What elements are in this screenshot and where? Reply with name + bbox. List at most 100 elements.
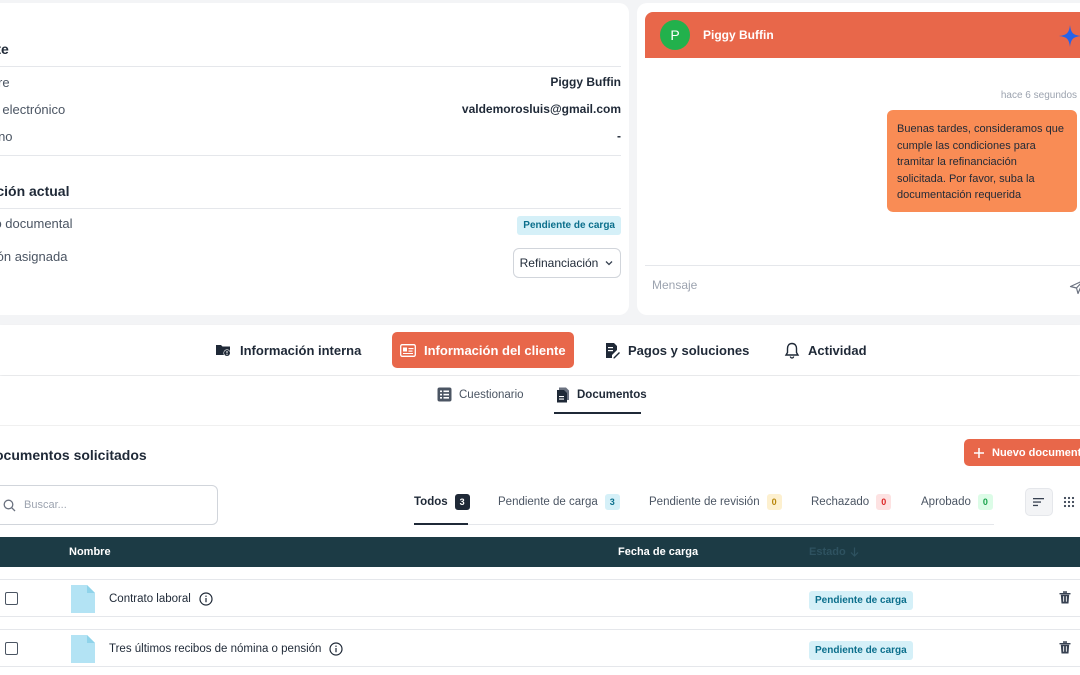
tab-label: Información del cliente xyxy=(424,342,566,358)
phone-value: - xyxy=(617,129,621,143)
row-checkbox[interactable] xyxy=(5,642,18,655)
filter-label: Todos xyxy=(414,496,448,508)
filter-pending-review[interactable]: Pendiente de revisión 0 xyxy=(649,494,782,510)
table-row[interactable]: Contrato laboral Pendiente de carga xyxy=(0,579,1080,617)
tab-label: Información interna xyxy=(240,342,362,358)
column-upload-date[interactable]: Fecha de carga xyxy=(618,546,698,558)
filter-count: 3 xyxy=(454,494,470,510)
document-name: Contrato laboral xyxy=(109,592,213,606)
filter-count: 0 xyxy=(766,494,782,510)
new-document-button[interactable]: Nuevo documento xyxy=(964,439,1080,466)
name-value: Piggy Buffin xyxy=(550,75,621,89)
trash-icon[interactable] xyxy=(1059,591,1071,604)
filter-count: 0 xyxy=(876,494,892,510)
tab-label: Actividad xyxy=(808,342,867,358)
search-input[interactable]: Buscar... xyxy=(0,485,218,525)
file-icon xyxy=(71,635,95,663)
chevron-down-icon xyxy=(605,261,613,266)
row-status: Pendiente de carga xyxy=(809,640,913,660)
message-input[interactable]: Mensaje xyxy=(652,278,697,292)
status-badge: Pendiente de carga xyxy=(809,591,913,610)
email-label: reo electrónico xyxy=(0,102,66,117)
phone-label: éfono xyxy=(0,129,13,144)
avatar: P xyxy=(660,20,690,50)
column-name[interactable]: Nombre xyxy=(69,546,111,558)
filter-rejected[interactable]: Rechazado 0 xyxy=(811,494,892,510)
tab-label: Pagos y soluciones xyxy=(628,342,750,358)
plus-icon xyxy=(974,447,984,458)
sparkle-icon[interactable] xyxy=(1058,24,1080,48)
info-icon[interactable] xyxy=(199,592,213,606)
new-document-label: Nuevo documento xyxy=(992,446,1080,459)
grid-dots-icon xyxy=(1063,496,1075,508)
row-status: Pendiente de carga xyxy=(809,590,913,610)
subtab-label: Documentos xyxy=(577,389,647,401)
active-filter-indicator xyxy=(414,523,468,525)
filter-all[interactable]: Todos 3 xyxy=(414,494,470,510)
list-view-button[interactable] xyxy=(1025,488,1053,516)
column-status-label: Estado xyxy=(809,546,846,558)
table-row[interactable]: Tres últimos recibos de nómina o pensión… xyxy=(0,629,1080,667)
main-tabs: Información interna Información del clie… xyxy=(0,325,1080,375)
divider xyxy=(645,265,1080,266)
column-status[interactable]: Estado xyxy=(809,546,859,558)
filter-approved[interactable]: Aprobado 0 xyxy=(921,494,993,510)
active-subtab-indicator xyxy=(554,412,641,414)
divider xyxy=(0,208,621,209)
trash-icon[interactable] xyxy=(1059,641,1071,654)
subtab-label: Cuestionario xyxy=(459,388,524,401)
solution-select[interactable]: Refinanciación xyxy=(513,248,621,278)
divider xyxy=(0,425,1080,426)
subtab-documents[interactable]: Documentos xyxy=(556,387,647,403)
client-section-title: ente xyxy=(0,41,9,57)
documents-icon xyxy=(557,387,569,403)
table-header: Nombre Fecha de carga Estado xyxy=(0,537,1080,567)
sort-lines-icon xyxy=(1033,498,1044,507)
folder-alert-icon xyxy=(216,345,231,357)
view-toggle xyxy=(1025,488,1080,516)
search-icon xyxy=(3,499,16,511)
row-checkbox[interactable] xyxy=(5,592,18,605)
chat-contact-name: Piggy Buffin xyxy=(703,28,774,42)
tab-payments-solutions[interactable]: Pagos y soluciones xyxy=(605,332,749,368)
document-name-text: Tres últimos recibos de nómina o pensión xyxy=(109,643,322,655)
document-edit-icon xyxy=(606,342,620,358)
documents-section: Cuestionario Documentos ocumentos solici… xyxy=(0,376,1080,675)
document-name-text: Contrato laboral xyxy=(109,593,191,605)
message-bubble: Buenas tardes, consideramos que cumple l… xyxy=(887,110,1077,212)
email-value: valdemorosluis@gmail.com xyxy=(461,102,621,116)
status-badge: Pendiente de carga xyxy=(517,216,621,235)
divider xyxy=(0,155,621,156)
solution-label: ución asignada xyxy=(0,249,68,264)
info-icon[interactable] xyxy=(329,642,344,656)
arrow-down-icon xyxy=(850,547,859,557)
situation-section-title: uación actual xyxy=(0,183,70,199)
tab-internal-info[interactable]: Información interna xyxy=(215,332,361,368)
solution-select-value: Refinanciación xyxy=(519,256,599,270)
search-placeholder: Buscar... xyxy=(24,499,67,511)
id-card-icon xyxy=(400,343,416,357)
divider xyxy=(0,66,621,67)
document-name: Tres últimos recibos de nómina o pensión xyxy=(109,642,344,656)
list-icon xyxy=(437,387,452,402)
filter-label: Rechazado xyxy=(811,496,870,508)
chat-header: P Piggy Buffin xyxy=(645,12,1080,58)
status-badge: Pendiente de carga xyxy=(809,641,913,660)
filter-count: 0 xyxy=(977,494,993,510)
filter-count: 3 xyxy=(604,494,620,510)
filter-label: Pendiente de revisión xyxy=(649,496,760,508)
tab-client-info[interactable]: Información del cliente xyxy=(392,332,574,368)
message-timestamp: hace 6 segundos xyxy=(1000,90,1077,101)
grid-view-button[interactable] xyxy=(1055,488,1080,516)
send-icon[interactable] xyxy=(1069,279,1080,295)
client-info-card: ente mbre Piggy Buffin reo electrónico v… xyxy=(0,3,629,315)
filter-pending-upload[interactable]: Pendiente de carga 3 xyxy=(498,494,620,510)
filter-label: Aprobado xyxy=(921,496,971,508)
tab-activity[interactable]: Actividad xyxy=(784,332,867,368)
documents-title: ocumentos solicitados xyxy=(0,447,147,463)
subtab-questionnaire[interactable]: Cuestionario xyxy=(437,387,524,402)
filter-label: Pendiente de carga xyxy=(498,496,598,508)
doc-state-badge: Pendiente de carga xyxy=(517,215,621,235)
name-label: mbre xyxy=(0,75,10,90)
chat-panel: P Piggy Buffin hace 6 segundos Buenas ta… xyxy=(637,3,1080,315)
